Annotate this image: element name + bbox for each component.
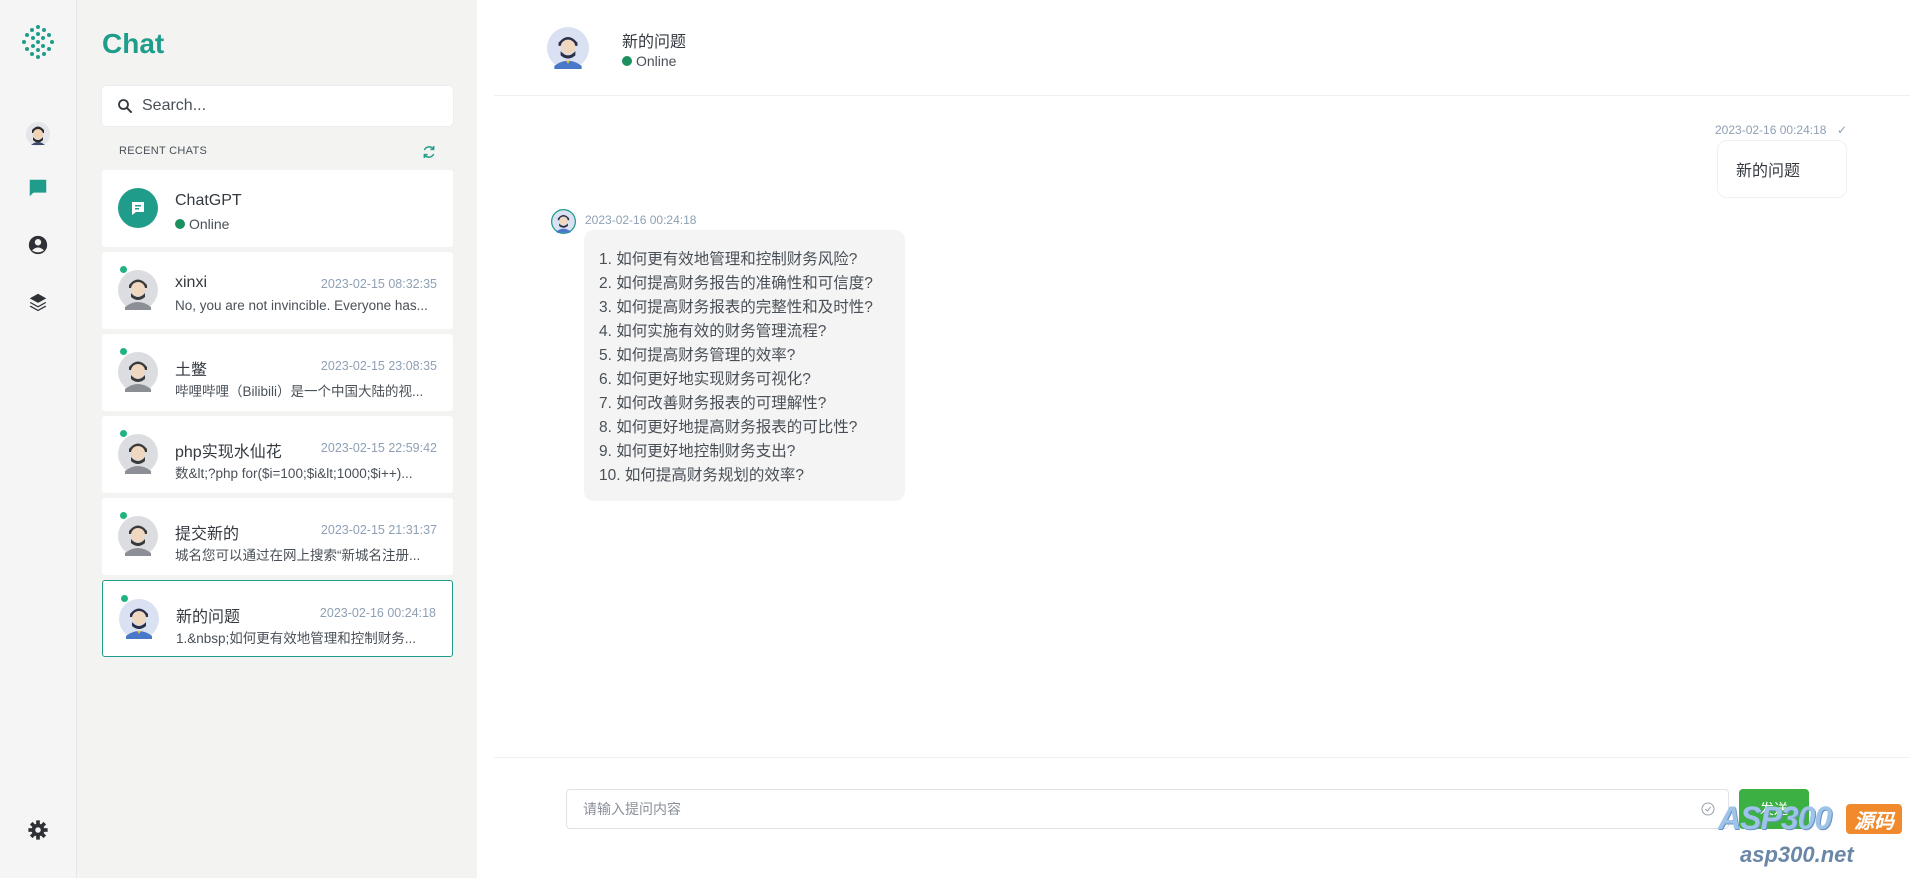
chat-item-name: php实现水仙花	[175, 444, 282, 461]
user-avatar-icon	[118, 434, 158, 474]
contact-status: Online	[622, 53, 676, 69]
chat-list-item[interactable]: 土鳖 2023-02-15 23:08:35 哔哩哔哩（Bilibili）是一个…	[102, 334, 453, 411]
contact-name[interactable]: 新的问题	[622, 28, 686, 52]
settings-gear-icon	[28, 820, 48, 840]
watermark-url: asp300.net	[1740, 842, 1854, 867]
chat-item-name: 土鳖	[175, 362, 208, 379]
outgoing-message-time: 2023-02-16 00:24:18	[1715, 123, 1827, 137]
rail-profile-button[interactable]	[0, 110, 76, 158]
chatgpt-avatar-icon	[118, 188, 158, 228]
chat-item-preview: 哔哩哔哩（Bilibili）是一个中国大陆的视...	[175, 384, 424, 399]
online-dot-icon	[622, 56, 632, 66]
profile-avatar-icon	[26, 122, 50, 146]
chat-list-item-active[interactable]: 新的问题 2023-02-16 00:24:18 1.&nbsp;如何更有效地管…	[102, 580, 453, 657]
rail-chats-button[interactable]	[0, 164, 76, 212]
answer-line: 1. 如何更有效地管理和控制财务风险?	[599, 251, 858, 268]
logo-dots-icon[interactable]	[21, 24, 55, 60]
refresh-icon[interactable]	[421, 144, 437, 160]
answer-line: 7. 如何改善财务报表的可理解性?	[599, 395, 827, 412]
incoming-message-time: 2023-02-16 00:24:18	[585, 213, 697, 227]
chat-list-item[interactable]: xinxi 2023-02-15 08:32:35 No, you are no…	[102, 252, 453, 329]
answer-line: 4. 如何实施有效的财务管理流程?	[599, 323, 827, 340]
conversation-header: 新的问题 Online	[494, 3, 1910, 96]
chat-item-name: ChatGPT	[175, 192, 242, 209]
chat-item-time: 2023-02-16 00:24:18	[319, 606, 436, 620]
user-avatar-icon	[118, 352, 158, 392]
sidebar-title: Chat	[102, 28, 165, 59]
answer-line: 3. 如何提高财务报表的完整性和及时性?	[599, 299, 873, 316]
search-input[interactable]	[140, 96, 444, 116]
online-indicator	[120, 348, 127, 355]
recent-chats-heading: RECENT CHATS	[119, 145, 208, 157]
message-composer: 发送	[494, 757, 1910, 879]
read-check-icon: ✓	[1837, 123, 1848, 137]
check-circle-icon[interactable]	[1700, 801, 1716, 817]
online-indicator	[120, 430, 127, 437]
chat-item-name: 提交新的	[175, 526, 240, 543]
layers-icon	[29, 293, 47, 312]
chat-item-preview: No, you are not invincible. Everyone has…	[175, 298, 428, 313]
chat-item-status: Online	[175, 216, 229, 232]
chat-item-preview: 城名您可以通过在网上搜索“新城名注册...	[175, 548, 421, 563]
outgoing-message-bubble: 新的问题	[1717, 140, 1847, 198]
watermark-code-badge: 源码	[1846, 804, 1902, 834]
chat-item-time: 2023-02-15 22:59:42	[320, 441, 437, 455]
chat-item-name: 新的问题	[176, 609, 241, 626]
answer-line: 5. 如何提高财务管理的效率?	[599, 347, 796, 364]
search-icon	[118, 99, 132, 113]
conversation-panel: 新的问题 Online 2023-02-16 00:24:18 ✓ 新的问题 2…	[477, 0, 1910, 878]
answer-line: 2. 如何提高财务报告的准确性和可信度?	[599, 275, 873, 292]
online-dot-icon	[175, 219, 185, 229]
chat-list-item[interactable]: php实现水仙花 2023-02-15 22:59:42 数&lt;?php f…	[102, 416, 453, 493]
contact-avatar-icon[interactable]	[547, 27, 589, 69]
answer-line: 6. 如何更好地实现财务可视化?	[599, 371, 811, 388]
answer-line: 10. 如何提高财务规划的效率?	[599, 467, 804, 484]
contact-status-label: Online	[636, 53, 677, 69]
chat-list-item[interactable]: 提交新的 2023-02-15 21:31:37 城名您可以通过在网上搜索“新城…	[102, 498, 453, 575]
chat-item-time: 2023-02-15 23:08:35	[320, 359, 437, 373]
online-indicator	[121, 595, 128, 602]
user-avatar-icon	[118, 516, 158, 556]
chat-item-time: 2023-02-15 21:31:37	[320, 523, 437, 537]
bot-avatar-icon	[551, 209, 576, 234]
chat-item-name: xinxi	[175, 274, 208, 291]
incoming-message-bubble: 1. 如何更有效地管理和控制财务风险? 2. 如何提高财务报告的准确性和可信度?…	[584, 230, 905, 501]
icon-rail	[0, 0, 77, 878]
rail-settings-button[interactable]	[0, 806, 76, 854]
user-avatar-icon	[118, 270, 158, 310]
chat-item-preview: 数&lt;?php for($i=100;$i&lt;1000;$i++)...	[175, 466, 413, 481]
message-input-wrapper[interactable]	[566, 789, 1729, 829]
online-indicator	[120, 266, 127, 273]
outgoing-message-text: 新的问题	[1736, 163, 1801, 180]
rail-contacts-button[interactable]	[0, 221, 76, 269]
chat-list-item-chatgpt[interactable]: ChatGPT Online	[102, 170, 453, 247]
watermark-brand: ASP300	[1718, 800, 1832, 836]
chat-sidebar: Chat RECENT CHATS ChatGPT Online	[77, 0, 477, 878]
answer-line: 9. 如何更好地控制财务支出?	[599, 443, 796, 460]
answer-line: 8. 如何更好地提高财务报表的可比性?	[599, 419, 858, 436]
chat-icon	[29, 179, 47, 197]
user-circle-icon	[28, 235, 48, 255]
rail-layers-button[interactable]	[0, 278, 76, 326]
search-box[interactable]	[102, 86, 453, 126]
chat-item-time: 2023-02-15 08:32:35	[320, 277, 437, 291]
message-input[interactable]	[581, 800, 1685, 818]
user-avatar-icon	[119, 599, 159, 639]
chat-item-preview: 1.&nbsp;如何更有效地管理和控制财务...	[176, 631, 417, 646]
online-indicator	[120, 512, 127, 519]
watermark-logo: ASP300 源码 asp300.net	[1718, 800, 1908, 876]
chat-item-status-label: Online	[189, 216, 230, 232]
